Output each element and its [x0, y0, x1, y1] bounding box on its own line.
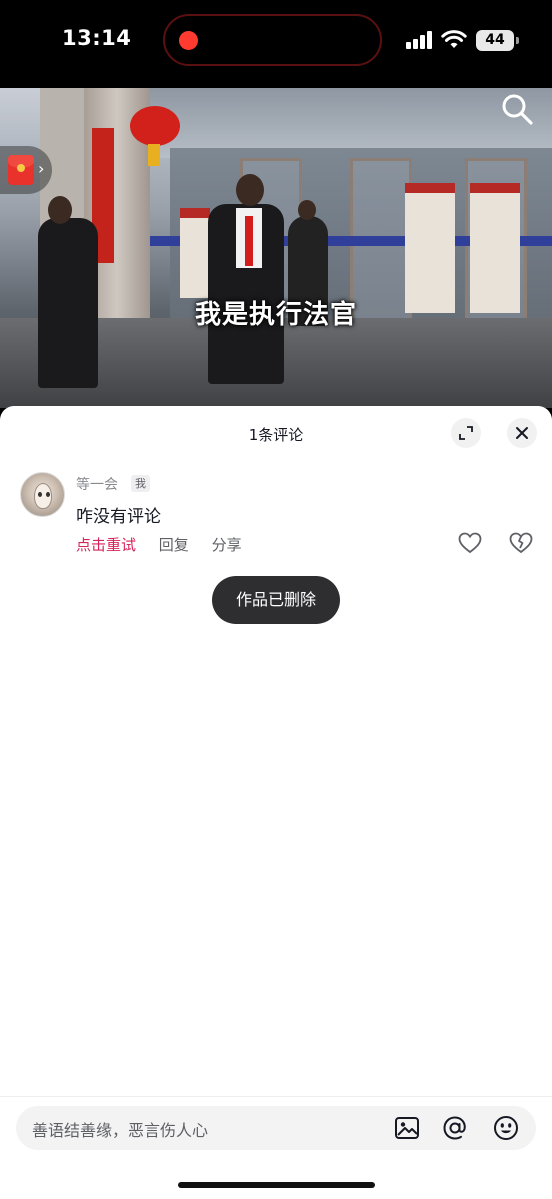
- avatar[interactable]: [20, 472, 65, 517]
- video-caption: 我是执行法官: [194, 300, 357, 330]
- mention-icon[interactable]: [442, 1115, 468, 1141]
- broken-heart-icon[interactable]: [509, 532, 533, 554]
- retry-button[interactable]: 点击重试: [76, 536, 136, 554]
- deleted-toast: 作品已删除: [212, 576, 340, 624]
- emoji-icon[interactable]: [493, 1115, 519, 1141]
- comment-text: 咋没有评论: [76, 507, 161, 527]
- comment-input-placeholder: 善语结善缘，恶言伤人心: [32, 1121, 209, 1140]
- close-button[interactable]: [507, 418, 537, 448]
- image-icon[interactable]: [394, 1115, 420, 1141]
- share-button[interactable]: 分享: [212, 536, 242, 554]
- self-tag-badge: 我: [131, 475, 150, 492]
- wifi-icon: [441, 30, 467, 48]
- heart-icon[interactable]: [458, 532, 482, 554]
- search-icon[interactable]: [500, 92, 534, 126]
- red-packet-button[interactable]: ›: [0, 146, 52, 194]
- comment-item: 等一会 我 咋没有评论 点击重试 回复 分享: [0, 468, 552, 578]
- video-player[interactable]: 我是执行法官 ›: [0, 88, 552, 408]
- reply-button[interactable]: 回复: [159, 536, 189, 554]
- chevron-right-icon: ›: [38, 159, 45, 178]
- comment-input-bar: 善语结善缘，恶言伤人心: [0, 1096, 552, 1162]
- expand-button[interactable]: [451, 418, 481, 448]
- cellular-signal-icon: [406, 31, 436, 49]
- comment-input[interactable]: 善语结善缘，恶言伤人心: [16, 1106, 536, 1150]
- close-icon: [516, 427, 528, 439]
- status-time: 13:14: [62, 26, 132, 50]
- expand-icon: [459, 426, 473, 440]
- recording-indicator-icon: [179, 31, 198, 50]
- battery-indicator: 44: [476, 30, 519, 51]
- comment-actions: 点击重试 回复 分享: [76, 534, 260, 555]
- dynamic-island[interactable]: [163, 14, 382, 66]
- status-bar: 13:14 44: [0, 0, 552, 88]
- comment-username[interactable]: 等一会: [76, 474, 118, 494]
- home-indicator: [178, 1182, 375, 1188]
- red-packet-icon: [8, 155, 34, 185]
- comment-sheet: 1条评论 等一会 我 咋没有评论 点击重试 回复 分享 作品已删除 善语结善缘，…: [0, 406, 552, 1199]
